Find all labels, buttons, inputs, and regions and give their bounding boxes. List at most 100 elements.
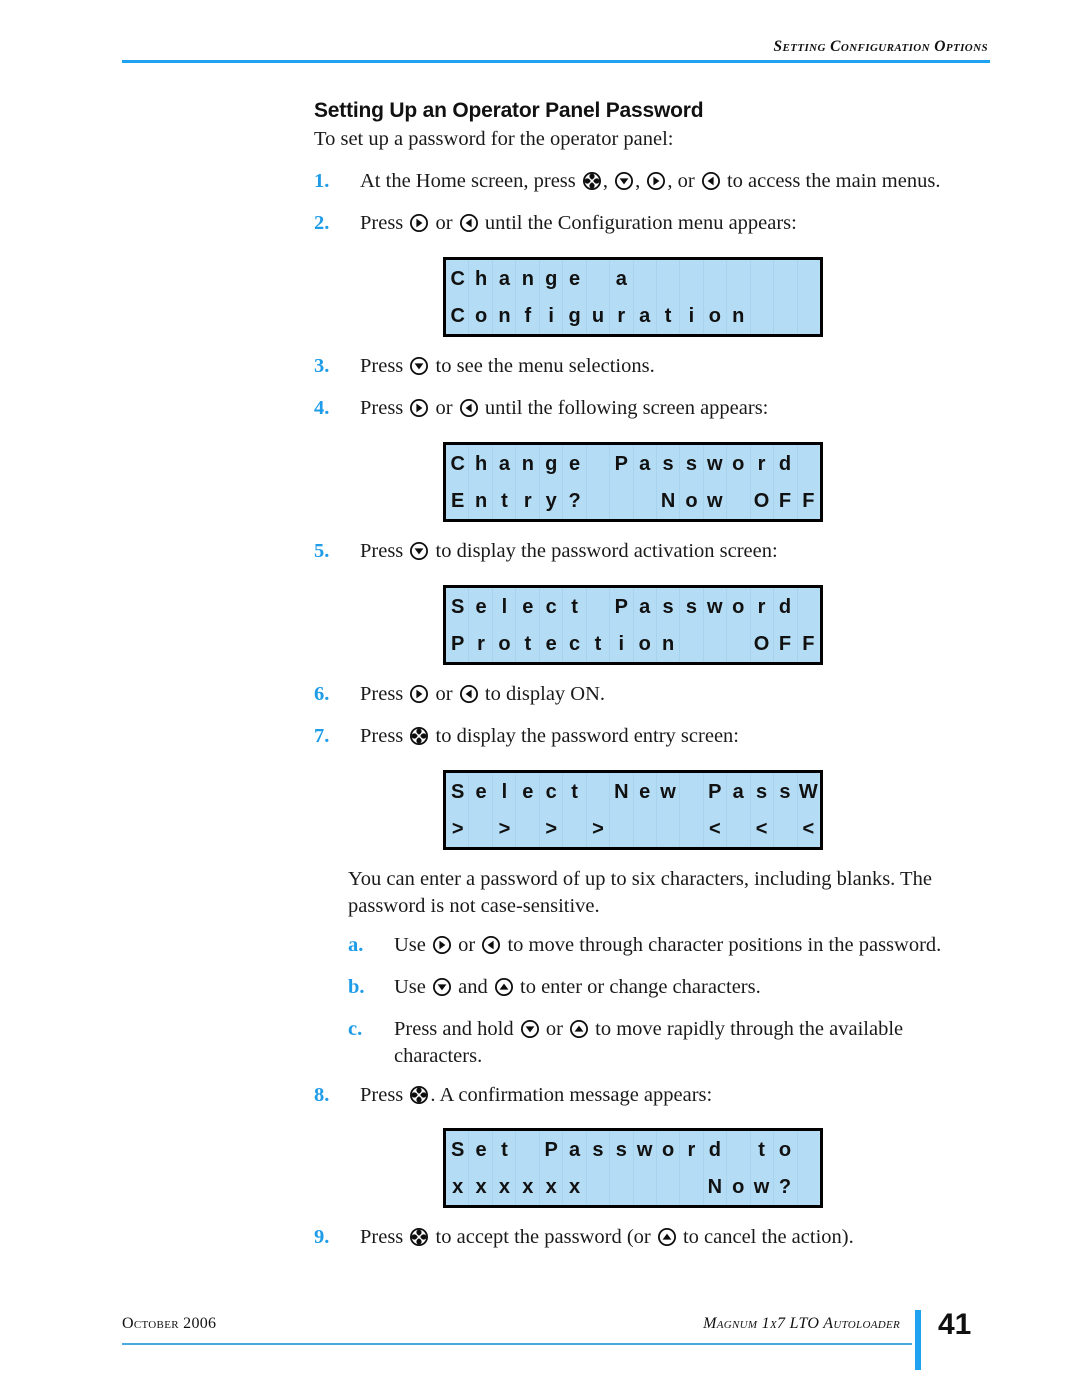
lcd-char: h bbox=[474, 267, 488, 290]
footer-rule bbox=[122, 1343, 912, 1345]
lcd-char: r bbox=[757, 595, 766, 618]
lcd-char: d bbox=[778, 452, 792, 475]
lcd-char bbox=[750, 269, 773, 289]
left-arrow-key-icon bbox=[459, 684, 479, 704]
lcd-char bbox=[797, 306, 820, 326]
lcd-line: > > > > < < < < < bbox=[446, 810, 820, 847]
lcd-char: r bbox=[617, 304, 626, 327]
intro-paragraph: To set up a password for the operator pa… bbox=[314, 128, 674, 150]
lcd-char: w bbox=[707, 595, 723, 618]
lcd-char: c bbox=[569, 632, 581, 655]
step-7: 7. Press to display the password entry s… bbox=[314, 723, 994, 750]
down-arrow-key-icon bbox=[432, 977, 452, 997]
lcd-char: O bbox=[753, 632, 770, 655]
lcd-line-2: En t r y? Now OFF bbox=[446, 482, 820, 519]
lcd-char bbox=[469, 819, 492, 839]
lcd-char: e bbox=[475, 780, 487, 803]
lcd-char bbox=[516, 819, 539, 839]
lcd-char: s bbox=[662, 595, 674, 618]
lcd-char: a bbox=[498, 452, 510, 475]
lcd-line: En t r y? Now OFF bbox=[446, 482, 820, 519]
substep-number: b. bbox=[348, 976, 365, 998]
lcd-char: x bbox=[545, 1175, 557, 1198]
lcd-char bbox=[586, 1177, 609, 1197]
up-arrow-key-icon bbox=[569, 1019, 589, 1039]
lcd-char: e bbox=[569, 452, 581, 475]
lcd-char bbox=[563, 819, 586, 839]
lcd-char: E bbox=[451, 489, 465, 512]
lcd-char: a bbox=[639, 304, 651, 327]
lcd-char: o bbox=[638, 632, 651, 655]
lcd-char bbox=[516, 1140, 539, 1160]
lcd-char: s bbox=[662, 452, 674, 475]
lcd-char: F bbox=[778, 489, 792, 512]
lcd-char: e bbox=[569, 267, 581, 290]
lcd-char bbox=[727, 269, 750, 289]
lcd-line-2: Configuration bbox=[446, 297, 820, 334]
lcd-char: n bbox=[521, 267, 534, 290]
substep-a: a. Use or to move through character posi… bbox=[348, 932, 988, 959]
select-key-icon bbox=[409, 1085, 429, 1105]
lcd-char: t bbox=[594, 632, 602, 655]
lcd-char: o bbox=[778, 1138, 792, 1161]
password-note: You can enter a password of up to six ch… bbox=[348, 868, 932, 917]
lcd-line: Set Password to bbox=[446, 1131, 820, 1168]
lcd-char: i bbox=[618, 632, 625, 655]
lcd-char: S bbox=[451, 595, 465, 618]
step-number: 9. bbox=[314, 1226, 330, 1248]
lcd-line-1: Select Password bbox=[446, 588, 820, 625]
lcd-char: a bbox=[732, 780, 744, 803]
lcd-char: d bbox=[708, 1138, 721, 1161]
lcd-char: ? bbox=[568, 489, 581, 512]
select-key-icon bbox=[582, 171, 602, 191]
lcd-char: C bbox=[450, 267, 465, 290]
substep-number: a. bbox=[348, 934, 364, 956]
lcd-char bbox=[633, 269, 656, 289]
lcd-char: c bbox=[545, 595, 557, 618]
lcd-char: r bbox=[523, 489, 532, 512]
lcd-char bbox=[727, 819, 750, 839]
header-rule bbox=[122, 60, 990, 63]
lcd-line: Change a bbox=[446, 260, 820, 297]
lcd-char bbox=[656, 269, 679, 289]
lcd-char: < bbox=[708, 817, 721, 840]
lcd-char bbox=[610, 491, 633, 511]
right-arrow-key-icon bbox=[646, 171, 666, 191]
lcd-char: o bbox=[498, 632, 511, 655]
lcd-line-1: Change Password bbox=[446, 445, 820, 482]
lcd-char bbox=[633, 491, 656, 511]
page-header: Setting Configuration Options bbox=[0, 0, 1080, 70]
step-9: 9. Press to accept the password (or to c… bbox=[314, 1224, 1014, 1251]
lcd-char: o bbox=[732, 452, 745, 475]
lcd-line: xxxxxx No w? bbox=[446, 1168, 820, 1205]
step-2: 2. Press or until the Configuration menu… bbox=[314, 210, 994, 237]
footer-product-name: Magnum 1x7 LTO Autoloader bbox=[703, 1315, 900, 1332]
lcd-char bbox=[610, 1177, 633, 1197]
lcd-char bbox=[586, 597, 609, 617]
step-8: 8. Press . A confirmation message appear… bbox=[314, 1082, 994, 1109]
lcd-char: n bbox=[521, 452, 534, 475]
select-key-icon bbox=[409, 726, 429, 746]
lcd-char bbox=[703, 634, 726, 654]
lcd-char: a bbox=[639, 595, 651, 618]
step-1: 1. At the Home screen, press , , , or to… bbox=[314, 168, 994, 195]
lcd-char: t bbox=[571, 595, 578, 618]
lcd-select-new-password: Select New PassW > > > > < < < < < bbox=[443, 770, 823, 850]
step-number: 4. bbox=[314, 397, 330, 419]
lcd-char: P bbox=[708, 780, 722, 803]
lcd-char bbox=[656, 819, 679, 839]
step-number: 2. bbox=[314, 212, 330, 234]
lcd-char: x bbox=[569, 1175, 581, 1198]
lcd-char: o bbox=[732, 595, 745, 618]
lcd-char: > bbox=[498, 817, 511, 840]
lcd-char: N bbox=[660, 489, 676, 512]
lcd-line: Protection OFF bbox=[446, 625, 820, 662]
lcd-char bbox=[680, 782, 703, 802]
substep-text: Use or to move through character positio… bbox=[394, 934, 942, 956]
lcd-char bbox=[680, 269, 703, 289]
lcd-char bbox=[586, 269, 609, 289]
lcd-char: o bbox=[732, 1175, 745, 1198]
lcd-char bbox=[586, 782, 609, 802]
lcd-char: w bbox=[753, 1175, 770, 1198]
lcd-char: x bbox=[498, 1175, 510, 1198]
